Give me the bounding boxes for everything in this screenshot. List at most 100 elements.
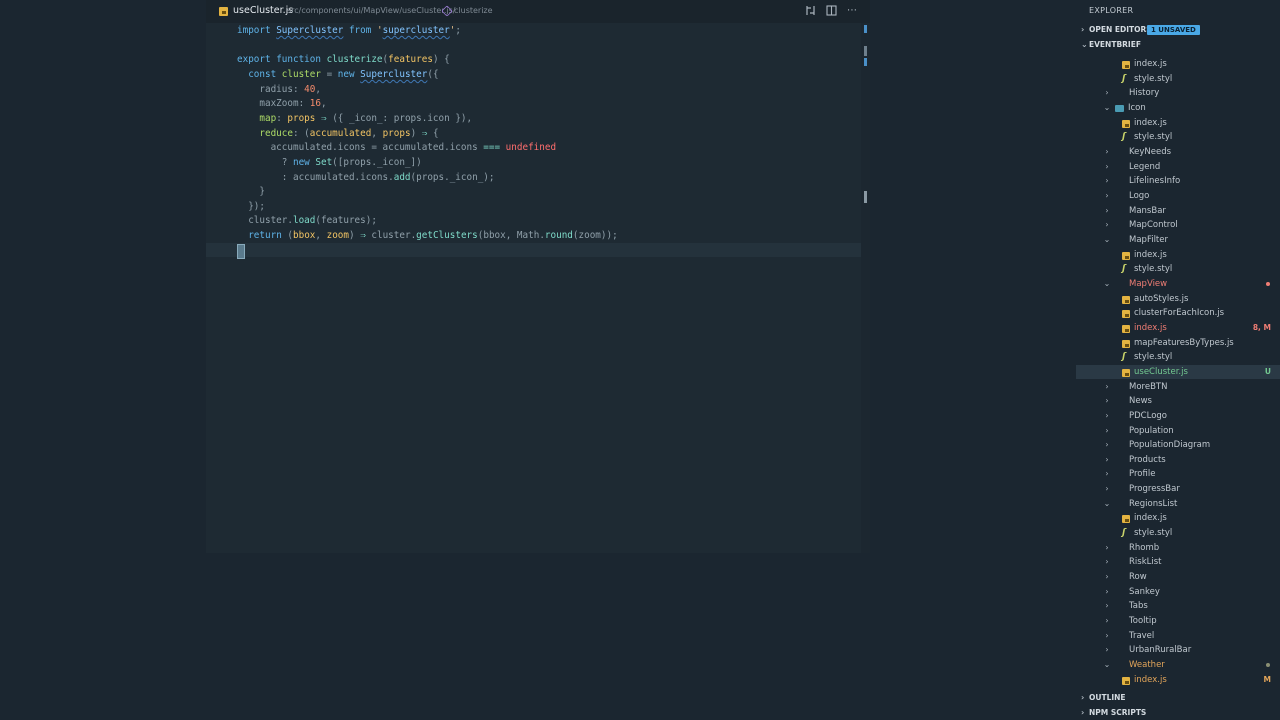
tree-item-label: Population bbox=[1129, 425, 1174, 436]
code-line[interactable]: map: props ⇒ ({ _icon_: props.icon }), bbox=[237, 112, 472, 126]
tree-file-item[interactable]: autoStyles.js bbox=[1076, 292, 1280, 307]
tree-folder-item[interactable]: › Tabs bbox=[1076, 599, 1280, 614]
tree-folder-item[interactable]: › Row bbox=[1076, 570, 1280, 585]
tree-item-label: PopulationDiagram bbox=[1129, 440, 1211, 451]
tree-item-label: Profile bbox=[1129, 469, 1156, 480]
tree-folder-item[interactable]: › Profile bbox=[1076, 467, 1280, 482]
js-file-icon bbox=[1122, 339, 1130, 348]
project-label: EVENTBRIEF bbox=[1089, 40, 1141, 49]
code-token: cluster bbox=[281, 68, 321, 80]
open-editors-section[interactable]: › OPEN EDITORS 1 UNSAVED bbox=[1076, 23, 1280, 37]
tree-folder-item[interactable]: ⌄ Weather bbox=[1076, 658, 1280, 673]
code-line[interactable]: export function clusterize(features) { bbox=[237, 53, 450, 67]
chevron-right-icon: › bbox=[1105, 440, 1109, 450]
code-line[interactable]: }); bbox=[237, 200, 265, 214]
tree-folder-item[interactable]: ⌄ MapFilter bbox=[1076, 233, 1280, 248]
editor-scrollbar[interactable] bbox=[861, 23, 870, 553]
code-token: cluster. bbox=[371, 230, 417, 242]
tree-folder-item[interactable]: › Sankey bbox=[1076, 585, 1280, 600]
tree-folder-item[interactable]: › Rhomb bbox=[1076, 541, 1280, 556]
code-line[interactable]: ? new Set([props._icon_]) bbox=[237, 156, 422, 170]
tree-folder-item[interactable]: › RiskList bbox=[1076, 555, 1280, 570]
tree-folder-item[interactable]: › KeyNeeds bbox=[1076, 145, 1280, 160]
npm-scripts-section[interactable]: › NPM SCRIPTS bbox=[1076, 706, 1280, 720]
tree-folder-item[interactable]: › News bbox=[1076, 394, 1280, 409]
open-changes-icon[interactable] bbox=[804, 5, 816, 17]
code-line[interactable]: return (bbox, zoom) ⇒ cluster.getCluster… bbox=[237, 229, 618, 243]
tree-file-item[interactable]: index.js bbox=[1076, 57, 1280, 72]
tree-folder-item[interactable]: › Products bbox=[1076, 453, 1280, 468]
code-line[interactable]: reduce: (accumulated, props) ⇒ { bbox=[237, 127, 438, 141]
code-line[interactable]: } bbox=[237, 185, 265, 199]
split-editor-icon[interactable] bbox=[825, 5, 837, 17]
tree-file-item[interactable]: index.js bbox=[1076, 511, 1280, 526]
tree-folder-item[interactable]: ⌄ MapView bbox=[1076, 277, 1280, 292]
code-token: ⇒ bbox=[354, 230, 372, 242]
tree-file-item[interactable]: index.js 8, M bbox=[1076, 321, 1280, 336]
folder-icon bbox=[1115, 104, 1124, 112]
tree-item-label: Row bbox=[1129, 572, 1147, 583]
tree-file-item[interactable]: index.js M bbox=[1076, 673, 1280, 688]
code-line[interactable]: const cluster = new Supercluster({ bbox=[237, 68, 438, 82]
code-token: function bbox=[276, 54, 327, 66]
tree-file-item[interactable]: ʃ style.styl bbox=[1076, 72, 1280, 87]
code-line[interactable]: radius: 40, bbox=[237, 83, 321, 97]
tree-folder-item[interactable]: › Logo bbox=[1076, 189, 1280, 204]
code-line[interactable]: cluster.load(features); bbox=[237, 214, 377, 228]
tree-folder-item[interactable]: › Travel bbox=[1076, 629, 1280, 644]
tree-folder-item[interactable]: › ProgressBar bbox=[1076, 482, 1280, 497]
tree-file-item[interactable]: ʃ style.styl bbox=[1076, 262, 1280, 277]
chevron-right-icon: › bbox=[1105, 469, 1109, 479]
outline-label: OUTLINE bbox=[1089, 693, 1126, 702]
tree-file-item[interactable]: clusterForEachIcon.js bbox=[1076, 306, 1280, 321]
tree-folder-item[interactable]: ⌄ Icon bbox=[1076, 101, 1280, 116]
tree-file-item[interactable]: mapFeaturesByTypes.js bbox=[1076, 336, 1280, 351]
tree-folder-item[interactable]: › MapControl bbox=[1076, 218, 1280, 233]
tree-folder-item[interactable]: › Legend bbox=[1076, 160, 1280, 175]
breadcrumb-path[interactable]: src/components/ui/MapView/useCluster.js/ bbox=[287, 6, 456, 15]
code-line[interactable]: accumulated.icons = accumulated.icons ==… bbox=[237, 141, 556, 155]
tree-folder-item[interactable]: ⌄ RegionsList bbox=[1076, 497, 1280, 512]
breadcrumb-symbol[interactable]: clusterize bbox=[454, 6, 493, 15]
code-line[interactable]: import Supercluster from 'supercluster'; bbox=[237, 24, 461, 38]
code-area[interactable]: import Supercluster from 'supercluster';… bbox=[206, 23, 861, 553]
tree-folder-item[interactable]: › PDCLogo bbox=[1076, 409, 1280, 424]
tree-item-label: Sankey bbox=[1129, 586, 1160, 597]
code-token: props bbox=[382, 127, 411, 139]
tree-item-label: Travel bbox=[1129, 630, 1155, 641]
tree-folder-item[interactable]: › PopulationDiagram bbox=[1076, 438, 1280, 453]
tree-folder-item[interactable]: › UrbanRuralBar bbox=[1076, 643, 1280, 658]
tree-file-item[interactable]: ʃ style.styl bbox=[1076, 130, 1280, 145]
tree-file-item[interactable]: ʃ style.styl bbox=[1076, 350, 1280, 365]
code-token: ⇒ bbox=[416, 127, 433, 139]
tree-folder-item[interactable]: › Tooltip bbox=[1076, 614, 1280, 629]
tree-file-item[interactable]: index.js bbox=[1076, 116, 1280, 131]
stylus-file-icon: ʃ bbox=[1122, 73, 1126, 84]
tree-file-item[interactable]: ʃ style.styl bbox=[1076, 526, 1280, 541]
project-section[interactable]: ⌄ EVENTBRIEF bbox=[1076, 38, 1280, 52]
tree-folder-item[interactable]: › MoreBTN bbox=[1076, 380, 1280, 395]
tree-folder-item[interactable]: › MansBar bbox=[1076, 204, 1280, 219]
code-line[interactable]: : accumulated.icons.add(props._icon_); bbox=[237, 171, 495, 185]
tree-file-item[interactable]: index.js bbox=[1076, 248, 1280, 263]
tree-folder-item[interactable]: › History bbox=[1076, 86, 1280, 101]
more-actions-icon[interactable]: ⋯ bbox=[846, 5, 858, 17]
tree-item-label: UrbanRuralBar bbox=[1129, 645, 1192, 656]
tree-folder-item[interactable]: › Population bbox=[1076, 424, 1280, 439]
tree-file-item[interactable]: useCluster.js U bbox=[1076, 364, 1280, 380]
chevron-right-icon: › bbox=[1105, 630, 1109, 640]
code-token: zoom bbox=[326, 230, 349, 242]
code-token: props bbox=[287, 112, 316, 124]
explorer-sidebar: EXPLORER › OPEN EDITORS 1 UNSAVED ⌄ EVEN… bbox=[1076, 0, 1280, 720]
editor-pane[interactable]: useCluster.js src/components/ui/MapView/… bbox=[206, 0, 870, 553]
code-token: reduce bbox=[259, 127, 293, 139]
tab-filename[interactable]: useCluster.js bbox=[233, 5, 293, 16]
code-token: } bbox=[237, 186, 265, 198]
chevron-right-icon: › bbox=[1081, 693, 1085, 702]
outline-section[interactable]: › OUTLINE bbox=[1076, 691, 1280, 705]
chevron-right-icon: › bbox=[1081, 708, 1085, 717]
tree-folder-item[interactable]: › LifelinesInfo bbox=[1076, 174, 1280, 189]
scroll-mark bbox=[864, 25, 867, 33]
code-line[interactable]: maxZoom: 16, bbox=[237, 97, 326, 111]
